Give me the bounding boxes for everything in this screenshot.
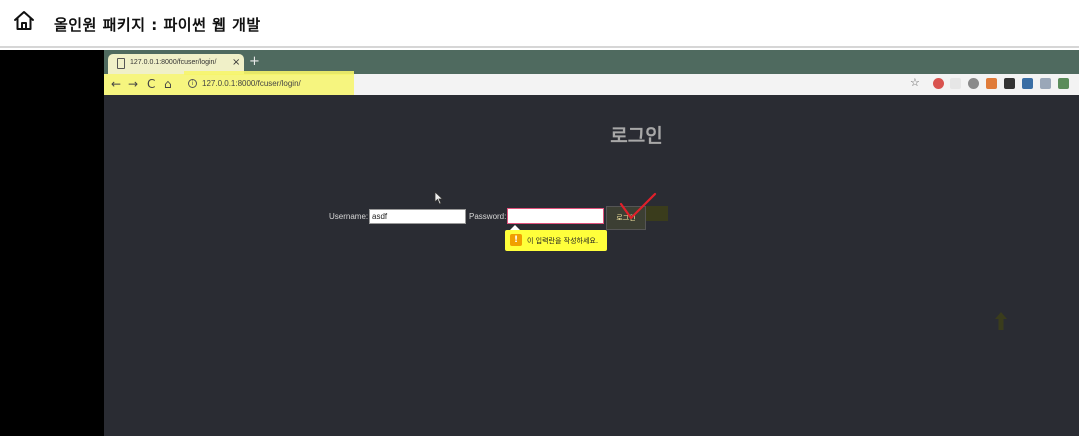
- new-tab-button[interactable]: +: [249, 55, 260, 68]
- password-label: Password:: [469, 212, 507, 221]
- password-input[interactable]: [507, 208, 604, 224]
- tooltip-arrow: [510, 225, 520, 230]
- login-heading: 로그인: [610, 125, 663, 147]
- browser-window: 127.0.0.1:8000/fcuser/login/ × + ← → C ⌂…: [104, 50, 1079, 436]
- tab-title: 127.0.0.1:8000/fcuser/login/: [130, 59, 217, 66]
- extension-icon[interactable]: [1004, 78, 1015, 89]
- extension-icon[interactable]: [968, 78, 979, 89]
- extension-icon[interactable]: [950, 78, 961, 89]
- extension-icon[interactable]: [1058, 78, 1069, 89]
- course-header: 올인원 패키지 : 파이썬 웹 개발: [0, 0, 1079, 48]
- validation-message: 이 입력란을 작성하세요.: [527, 237, 599, 245]
- page-icon: [117, 58, 125, 69]
- warning-icon: !: [510, 234, 522, 246]
- annotation-highlight: [184, 71, 354, 75]
- extension-icon[interactable]: [1040, 78, 1051, 89]
- address-bar[interactable]: i 127.0.0.1:8000/fcuser/login/: [182, 76, 922, 93]
- extension-icon[interactable]: [986, 78, 997, 89]
- home-icon[interactable]: [12, 9, 36, 33]
- validation-tooltip: ! 이 입력란을 작성하세요.: [505, 225, 607, 251]
- browser-toolbar: ← → C ⌂ i 127.0.0.1:8000/fcuser/login/ ☆: [104, 74, 1079, 95]
- up-arrow-icon: [995, 312, 1007, 330]
- username-label: Username:: [329, 212, 369, 221]
- username-input[interactable]: asdf: [369, 209, 466, 224]
- extension-icon[interactable]: [1022, 78, 1033, 89]
- home-button-icon[interactable]: ⌂: [164, 77, 172, 91]
- tab-close-icon[interactable]: ×: [232, 57, 240, 68]
- mouse-cursor-icon: [434, 191, 444, 205]
- extension-icon[interactable]: [933, 78, 944, 89]
- info-icon[interactable]: i: [188, 79, 197, 88]
- annotation-check-mark: [619, 192, 657, 220]
- forward-arrow-icon[interactable]: →: [128, 77, 138, 91]
- course-title: 올인원 패키지 : 파이썬 웹 개발: [54, 16, 261, 34]
- back-arrow-icon[interactable]: ←: [111, 77, 121, 91]
- star-icon[interactable]: ☆: [910, 76, 920, 90]
- url-text: 127.0.0.1:8000/fcuser/login/: [202, 79, 301, 88]
- reload-icon[interactable]: C: [147, 77, 155, 91]
